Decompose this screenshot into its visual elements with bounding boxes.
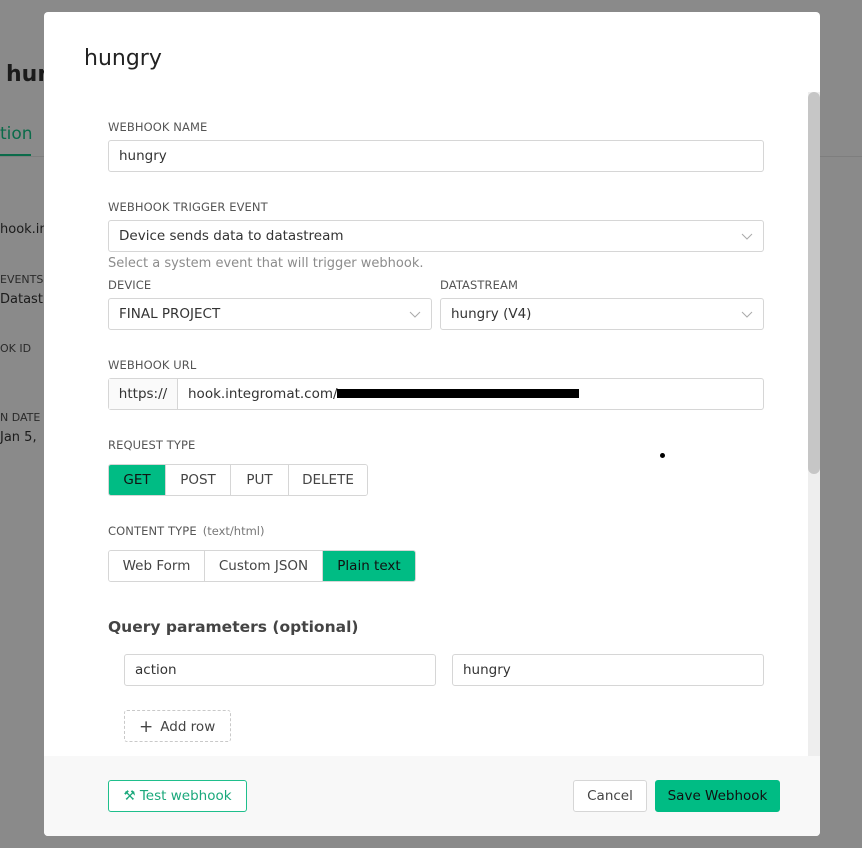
modal-scroll-area: [44, 92, 820, 756]
background-id-label: OK ID: [0, 342, 32, 355]
modal-footer: ⚒ Test webhook Cancel Save Webhook: [44, 756, 820, 836]
tools-icon: ⚒: [123, 788, 136, 804]
background-events-value: Datastr: [0, 292, 49, 307]
background-events-label: EVENTS: [0, 273, 44, 286]
scrollbar-thumb[interactable]: [808, 92, 820, 474]
background-url-value: hook.in: [0, 222, 48, 237]
scrollbar-track[interactable]: [808, 92, 820, 756]
webhook-modal: hungry WEBHOOK NAME hungry WEBHOOK TRIGG…: [44, 12, 820, 836]
test-webhook-label: Test webhook: [139, 788, 232, 804]
cancel-button[interactable]: Cancel: [573, 780, 647, 812]
test-webhook-button[interactable]: ⚒ Test webhook: [108, 780, 247, 812]
background-tab: tion: [0, 124, 33, 144]
mouse-cursor: [660, 453, 665, 458]
modal-title: hungry: [84, 46, 162, 71]
background-date-value: Jan 5,: [0, 430, 37, 445]
background-date-label: N DATE: [0, 411, 41, 424]
save-webhook-button[interactable]: Save Webhook: [655, 780, 780, 812]
